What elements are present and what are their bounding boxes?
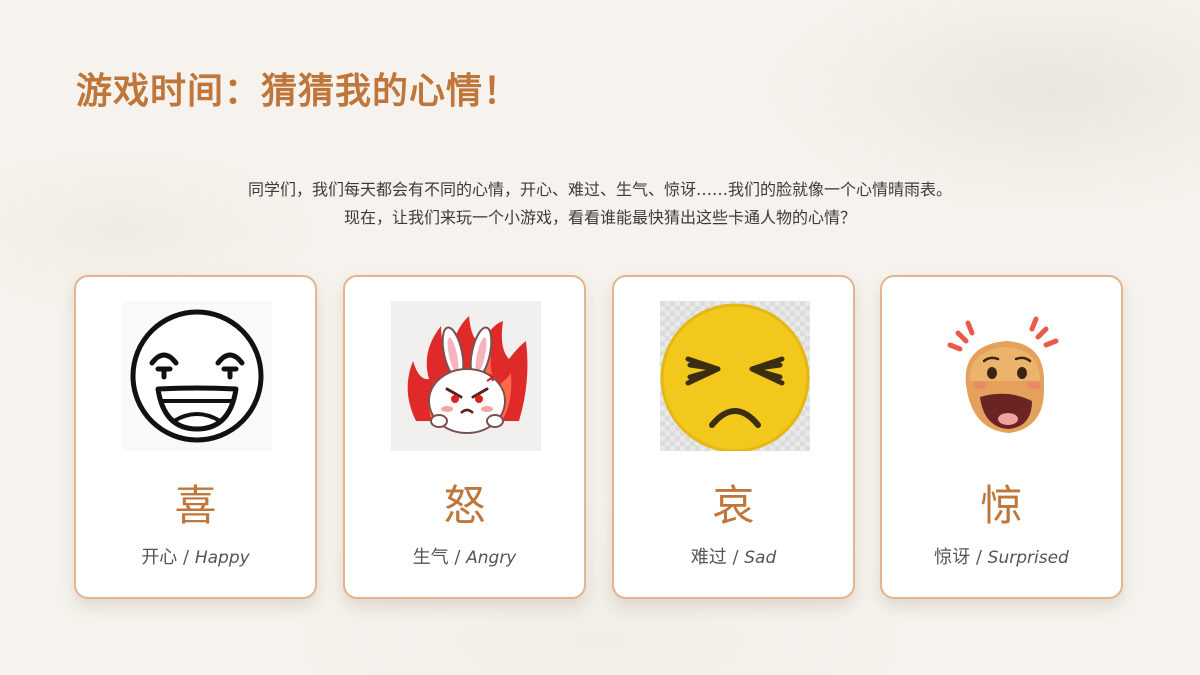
- intro-text: 同学们，我们每天都会有不同的心情，开心、难过、生气、惊讶……我们的脸就像一个心情…: [0, 176, 1200, 232]
- emotion-label: 生气 / Angry: [412, 547, 517, 568]
- happy-face-icon: [122, 301, 272, 451]
- emotion-card-angry[interactable]: 怒 生气 / Angry: [343, 275, 586, 599]
- emotion-label: 惊讶 / Surprised: [934, 547, 1069, 568]
- emotion-character: 哀: [712, 481, 755, 530]
- emotion-label: 难过 / Sad: [690, 547, 777, 568]
- emotion-card-happy[interactable]: 喜 开心 / Happy: [74, 275, 317, 599]
- emotion-character: 喜: [174, 481, 217, 530]
- emotion-character: 怒: [443, 481, 486, 530]
- emotion-card-sad[interactable]: 哀 难过 / Sad: [612, 275, 855, 599]
- angry-rabbit-icon: [391, 301, 541, 451]
- sad-face-icon: [660, 301, 810, 451]
- intro-line-2: 现在，让我们来玩一个小游戏，看看谁能最快猜出这些卡通人物的心情？: [343, 208, 856, 227]
- surprised-face-icon: [928, 301, 1078, 451]
- intro-line-1: 同学们，我们每天都会有不同的心情，开心、难过、生气、惊讶……我们的脸就像一个心情…: [247, 180, 952, 199]
- page-title: 游戏时间：猜猜我的心情！: [76, 70, 521, 112]
- emotion-card-surprised[interactable]: 惊 惊讶 / Surprised: [880, 275, 1123, 599]
- emotion-label: 开心 / Happy: [141, 547, 250, 568]
- emotion-character: 惊: [980, 481, 1023, 530]
